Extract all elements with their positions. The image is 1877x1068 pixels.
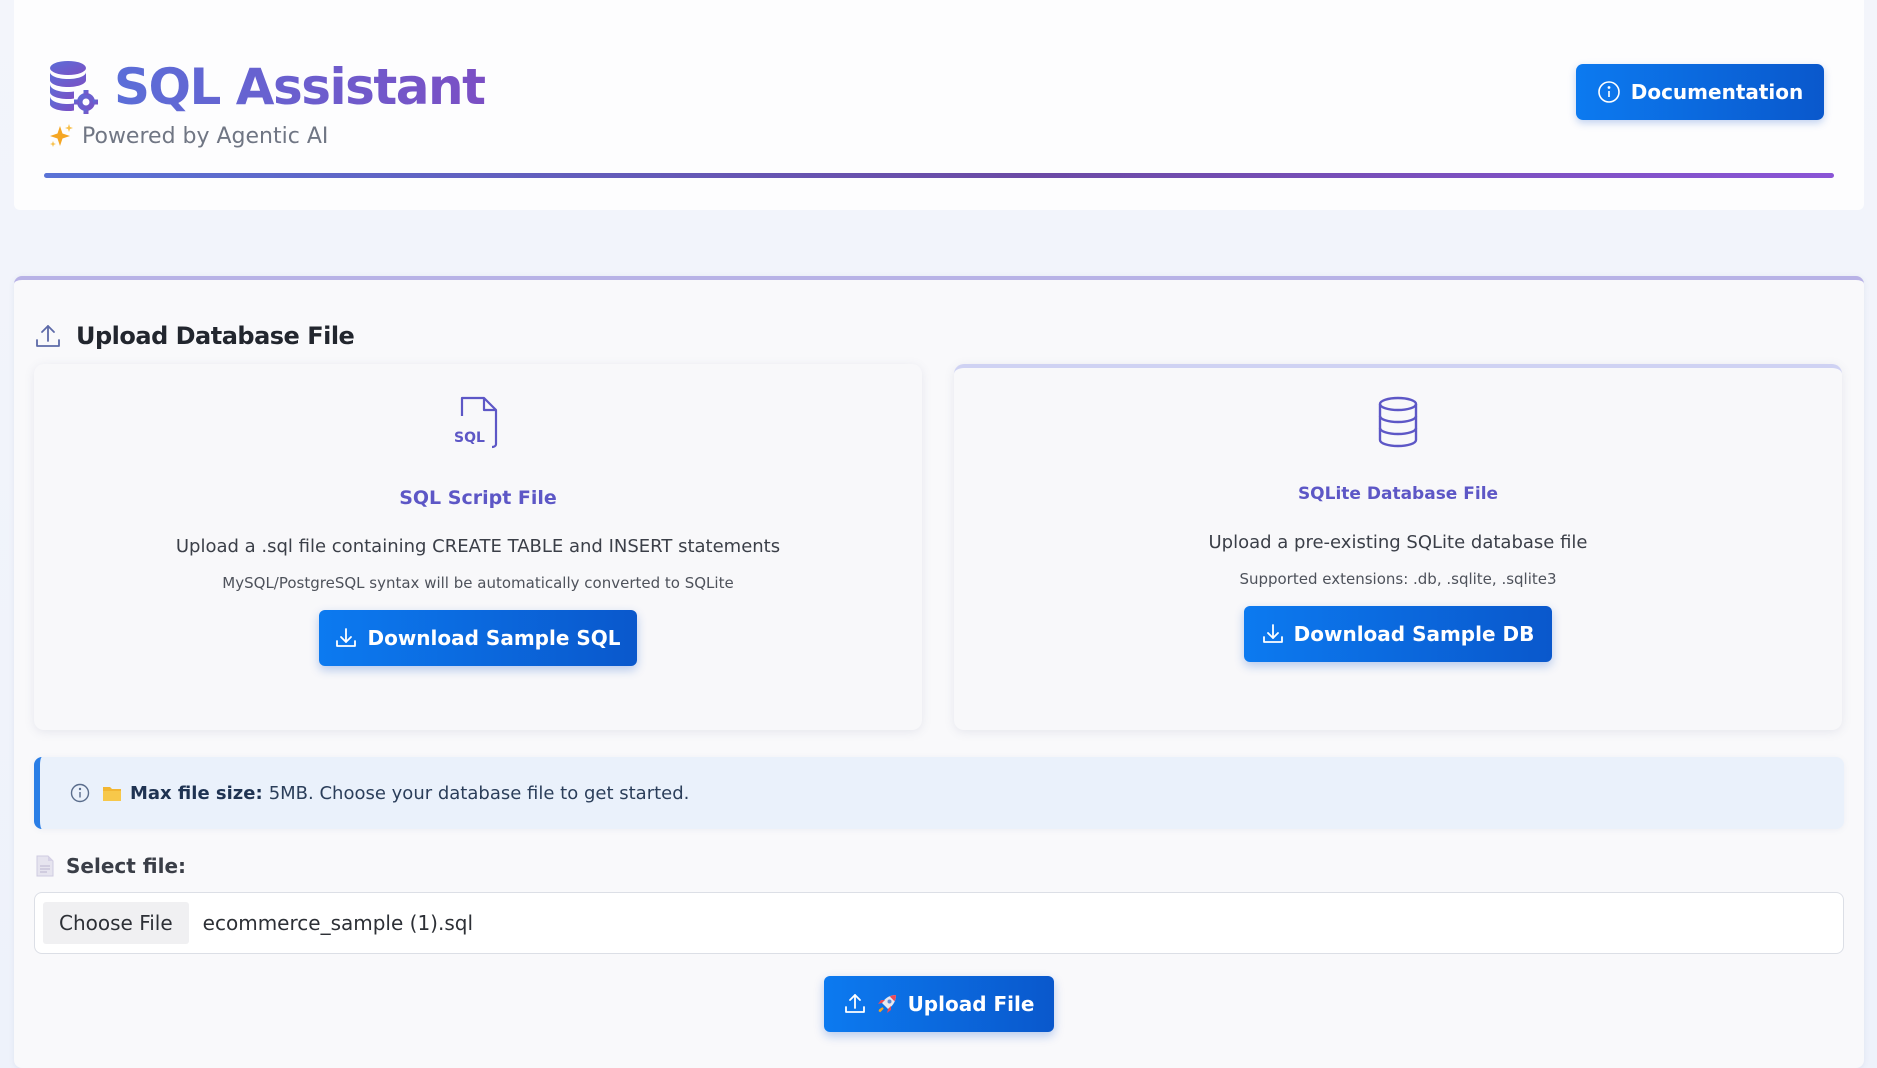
rocket-icon — [877, 995, 896, 1013]
header-divider — [44, 173, 1834, 178]
database-icon — [1378, 396, 1418, 448]
info-icon — [1597, 81, 1620, 103]
upload-icon — [36, 325, 60, 347]
info-icon — [70, 783, 90, 803]
app-subtitle: Powered by Agentic AI — [48, 123, 328, 149]
subtitle-text: Powered by Agentic AI — [82, 123, 329, 149]
download-sample-sql-label: Download Sample SQL — [367, 626, 621, 650]
download-sample-sql-button[interactable]: Download Sample SQL — [319, 610, 637, 666]
download-sample-db-button[interactable]: Download Sample DB — [1244, 606, 1552, 662]
upload-file-label: Upload File — [907, 992, 1035, 1016]
document-icon — [36, 855, 54, 877]
select-file-text: Select file: — [66, 854, 187, 878]
database-gear-icon — [50, 61, 98, 114]
upload-card: Upload Database File SQL SQL Script File… — [14, 276, 1864, 1068]
page: SQL Assistant Powered by Agentic AI Docu… — [0, 0, 1877, 1068]
download-icon — [336, 628, 357, 647]
documentation-label: Documentation — [1630, 80, 1804, 104]
choose-file-button[interactable]: Choose File — [43, 902, 189, 944]
sql-script-option: SQL SQL Script File Upload a .sql file c… — [34, 364, 922, 730]
app-header: SQL Assistant Powered by Agentic AI Docu… — [14, 0, 1864, 210]
documentation-button[interactable]: Documentation — [1576, 64, 1824, 120]
brand: SQL Assistant — [48, 58, 486, 116]
sqlite-option-description: Upload a pre-existing SQLite database fi… — [1208, 532, 1588, 553]
section-title: Upload Database File — [76, 322, 355, 350]
file-input[interactable]: Choose File ecommerce_sample (1).sql — [34, 892, 1844, 954]
selected-file-name: ecommerce_sample (1).sql — [202, 911, 473, 935]
sql-option-description: Upload a .sql file containing CREATE TAB… — [175, 536, 781, 557]
info-text: 5MB. Choose your database file to get st… — [268, 782, 690, 804]
folder-icon — [103, 787, 121, 801]
info-label: Max file size: — [130, 782, 263, 804]
sql-option-note: MySQL/PostgreSQL syntax will be automati… — [222, 574, 734, 592]
sparkles-icon — [50, 124, 73, 147]
app-title: SQL Assistant — [114, 58, 486, 116]
sqlite-option-note: Supported extensions: .db, .sqlite, .sql… — [1239, 570, 1557, 588]
download-icon — [1262, 624, 1283, 643]
sql-file-icon: SQL — [454, 396, 498, 449]
sqlite-option-title: SQLite Database File — [1297, 484, 1499, 504]
upload-icon — [844, 994, 865, 1013]
sql-option-title: SQL Script File — [399, 487, 557, 509]
download-sample-db-label: Download Sample DB — [1293, 622, 1535, 646]
section-heading: Upload Database File — [34, 322, 355, 350]
file-size-info: Max file size: 5MB. Choose your database… — [34, 757, 1844, 829]
select-file-label: Select file: — [36, 854, 186, 878]
upload-file-button[interactable]: Upload File — [824, 976, 1054, 1032]
sqlite-database-option: SQLite Database File Upload a pre-existi… — [954, 364, 1842, 730]
sql-icon-text: SQL — [454, 430, 485, 446]
